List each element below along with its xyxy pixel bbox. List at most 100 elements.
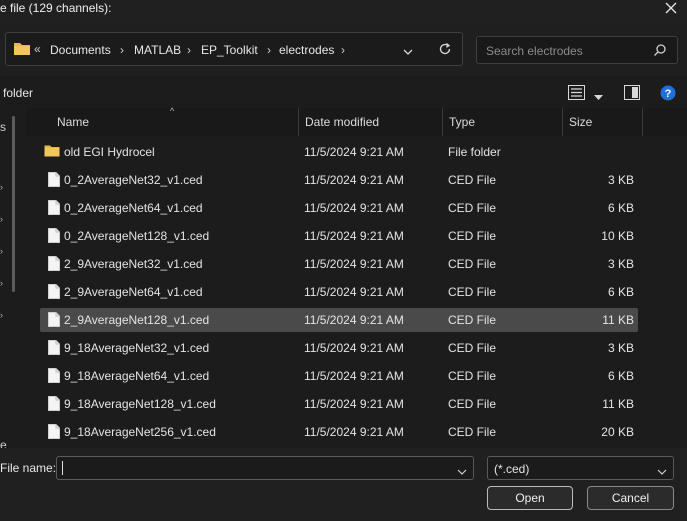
open-button[interactable]: Open (487, 486, 573, 510)
chevron-down-icon[interactable] (657, 465, 667, 479)
new-folder-button[interactable]: folder (3, 86, 33, 100)
file-list[interactable]: old EGI Hydrocel 11/5/2024 9:21 AM File fo… (26, 138, 676, 448)
file-name-cell: 0_2AverageNet64_v1.ced (64, 201, 203, 215)
svg-text:?: ? (665, 88, 672, 100)
date-modified-cell: 11/5/2024 9:21 AM (304, 341, 404, 355)
date-modified-cell: 11/5/2024 9:21 AM (304, 257, 404, 271)
file-row[interactable]: 9_18AverageNet256_v1.ced 11/5/2024 9:21 A… (40, 420, 638, 444)
file-icon (48, 340, 60, 358)
file-row[interactable]: 2_9AverageNet32_v1.ced 11/5/2024 9:21 AM C… (40, 252, 638, 276)
file-icon (48, 200, 60, 218)
column-divider[interactable] (562, 108, 563, 136)
date-modified-cell: 11/5/2024 9:21 AM (304, 173, 404, 187)
date-modified-cell: 11/5/2024 9:21 AM (304, 229, 404, 243)
view-list-icon[interactable] (568, 85, 585, 103)
file-row[interactable]: 0_2AverageNet32_v1.ced 11/5/2024 9:21 AM C… (40, 168, 638, 192)
size-cell: 6 KB (607, 201, 634, 215)
column-header-name[interactable]: Name (57, 115, 89, 129)
expand-chevron-icon[interactable]: › (0, 278, 3, 288)
file-row[interactable]: 9_18AverageNet32_v1.ced 11/5/2024 9:21 AM… (40, 336, 638, 360)
breadcrumb-matlab[interactable]: MATLAB (134, 43, 181, 57)
overflow-icon[interactable]: « (34, 42, 41, 56)
size-cell: 3 KB (607, 341, 634, 355)
file-row[interactable]: 2_9AverageNet64_v1.ced 11/5/2024 9:21 AM C… (40, 280, 638, 304)
help-icon[interactable]: ? (660, 85, 676, 104)
file-name-label: File name: (0, 461, 57, 475)
type-cell: CED File (448, 425, 497, 439)
sort-ascending-icon: ^ (170, 106, 175, 116)
search-placeholder: Search electrodes (486, 44, 583, 58)
file-name-cell: 9_18AverageNet32_v1.ced (64, 341, 210, 355)
file-row[interactable]: 2_9AverageNet128_v1.ced 11/5/2024 9:21 AM… (40, 308, 638, 332)
column-divider[interactable] (298, 108, 299, 136)
file-name-cell: 9_18AverageNet256_v1.ced (64, 425, 216, 439)
folder-row[interactable]: old EGI Hydrocel 11/5/2024 9:21 AM File fo… (40, 140, 638, 164)
column-divider[interactable] (642, 108, 643, 136)
column-header-size[interactable]: Size (569, 115, 592, 129)
close-icon[interactable] (663, 0, 679, 16)
column-header-type[interactable]: Type (449, 115, 475, 129)
column-divider[interactable] (442, 108, 443, 136)
chevron-down-icon[interactable] (403, 45, 413, 59)
type-cell: CED File (448, 229, 497, 243)
sidebar-scrollbar[interactable] (12, 116, 15, 292)
expand-chevron-icon[interactable]: › (0, 214, 3, 224)
file-row[interactable]: 9_18AverageNet128_v1.ced 11/5/2024 9:21 A… (40, 392, 638, 416)
column-header-row: ^ Name Date modified Type Size (26, 106, 687, 136)
size-cell: 3 KB (607, 173, 634, 187)
size-cell: 3 KB (607, 257, 634, 271)
address-bar[interactable]: « Documents › MATLAB › EP_Toolkit › elec… (5, 32, 463, 66)
view-options-icon[interactable] (594, 90, 603, 104)
chevron-right-icon: › (187, 43, 191, 57)
size-cell: 11 KB (602, 397, 634, 411)
file-icon (48, 256, 60, 274)
breadcrumb-electrodes[interactable]: electrodes (279, 43, 334, 57)
date-modified-cell: 11/5/2024 9:21 AM (304, 285, 404, 299)
folder-icon (44, 144, 60, 160)
size-cell: 11 KB (602, 313, 634, 327)
expand-chevron-icon[interactable]: › (0, 310, 3, 320)
file-icon (48, 396, 60, 414)
cancel-button[interactable]: Cancel (587, 486, 674, 510)
file-name-cell: 9_18AverageNet64_v1.ced (64, 369, 210, 383)
chevron-down-icon[interactable] (457, 465, 467, 479)
column-header-date[interactable]: Date modified (305, 115, 379, 129)
type-cell: CED File (448, 313, 497, 327)
preview-pane-icon[interactable] (624, 85, 640, 103)
file-name-cell: 9_18AverageNet128_v1.ced (64, 397, 216, 411)
date-modified-cell: 11/5/2024 9:21 AM (304, 397, 404, 411)
breadcrumb-ep-toolkit[interactable]: EP_Toolkit (201, 43, 258, 57)
file-row[interactable]: 9_18AverageNet64_v1.ced 11/5/2024 9:21 AM… (40, 364, 638, 388)
size-cell: 6 KB (607, 285, 634, 299)
file-icon (48, 284, 60, 302)
file-icon (48, 228, 60, 246)
date-modified-cell: 11/5/2024 9:21 AM (304, 313, 404, 327)
expand-chevron-icon[interactable]: › (0, 182, 3, 192)
file-type-value: (*.ced) (494, 462, 530, 476)
file-name-cell: 0_2AverageNet128_v1.ced (64, 229, 210, 243)
type-cell: CED File (448, 257, 497, 271)
chevron-right-icon: › (120, 43, 124, 57)
text-caret (62, 461, 63, 475)
date-modified-cell: 11/5/2024 9:21 AM (304, 425, 404, 439)
date-modified-cell: 11/5/2024 9:21 AM (304, 201, 404, 215)
type-cell: CED File (448, 369, 497, 383)
size-cell: 6 KB (607, 369, 634, 383)
file-type-select[interactable]: (*.ced) (487, 456, 674, 480)
type-cell: CED File (448, 201, 497, 215)
chevron-right-icon: › (267, 43, 271, 57)
expand-chevron-icon[interactable]: › (0, 246, 3, 256)
search-input[interactable]: Search electrodes (476, 36, 678, 64)
refresh-icon[interactable] (438, 42, 452, 59)
breadcrumb-documents[interactable]: Documents (50, 43, 111, 57)
sidebar-clipped-text: s (0, 120, 6, 134)
type-cell: CED File (448, 285, 497, 299)
file-row[interactable]: 0_2AverageNet128_v1.ced 11/5/2024 9:21 AM… (40, 224, 638, 248)
navigation-pane[interactable]: s e (0, 108, 20, 452)
type-cell: CED File (448, 341, 497, 355)
file-name-input[interactable] (56, 456, 474, 480)
search-icon[interactable] (653, 43, 667, 60)
file-row[interactable]: 0_2AverageNet64_v1.ced 11/5/2024 9:21 AM C… (40, 196, 638, 220)
file-icon (48, 312, 60, 330)
size-cell: 10 KB (601, 229, 634, 243)
